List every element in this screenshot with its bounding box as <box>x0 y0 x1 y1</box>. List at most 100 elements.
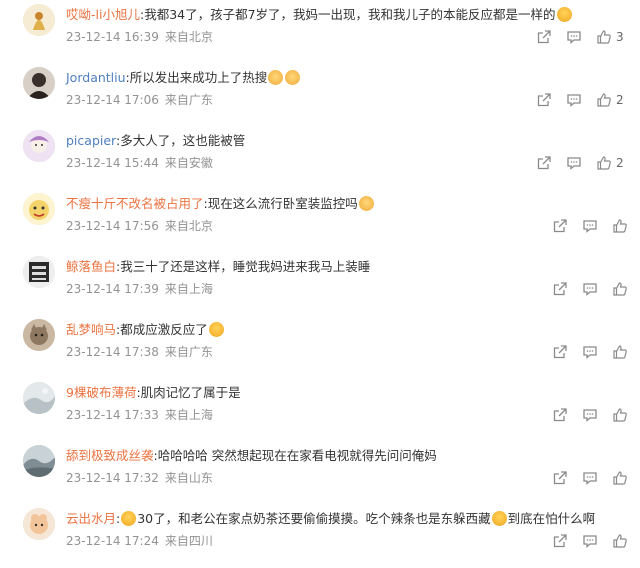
laugh-cry-emoji <box>208 322 224 337</box>
comment-item: 不瘦十斤不改名被占用了:现在这么流行卧室装监控吗 23-12-14 17:56 来… <box>0 189 640 252</box>
comment-location: 来自安徽 <box>164 156 213 170</box>
comment-body: 9棵破布薄荷:肌肉记忆了属于是 <box>66 385 241 400</box>
comment-item: picapier:多大人了，这也能被管 23-12-14 15:44 来自安徽 2 <box>0 126 640 189</box>
share-icon[interactable] <box>534 90 554 110</box>
comment-meta: 23-12-14 15:44 来自安徽 <box>66 155 213 171</box>
comment-icon[interactable] <box>580 468 600 488</box>
comment-time: 23-12-14 17:33 <box>66 408 159 422</box>
comment-meta: 23-12-14 17:39 来自上海 <box>66 281 213 297</box>
comment-icon[interactable] <box>564 90 584 110</box>
avatar[interactable] <box>23 4 55 36</box>
comment-time: 23-12-14 15:44 <box>66 156 159 170</box>
like-icon[interactable] <box>610 405 630 425</box>
comment-body: 舔到极致成丝袭:哈哈哈哈 突然想起现在在家看电视就得先问问俺妈 <box>66 448 437 463</box>
comment-body: 哎呦-li小旭儿:我都34了，孩子都7岁了，我妈一出现，我和我儿子的本能反应都是… <box>66 6 630 24</box>
comment-time: 23-12-14 17:38 <box>66 345 159 359</box>
comment-item: 乱梦响马:都成应激反应了 23-12-14 17:38 来自广东 <box>0 315 640 378</box>
comment-time: 23-12-14 17:56 <box>66 219 159 233</box>
comment-text: 现在这么流行卧室装监控吗 <box>207 196 358 211</box>
comment-username[interactable]: 不瘦十斤不改名被占用了 <box>66 196 204 211</box>
comment-meta: 23-12-14 17:06 来自广东 <box>66 92 213 108</box>
avatar[interactable] <box>23 445 55 477</box>
comment-meta: 23-12-14 17:33 来自上海 <box>66 407 213 423</box>
comment-location: 来自北京 <box>164 219 213 233</box>
comment-time: 23-12-14 17:06 <box>66 93 159 107</box>
avatar[interactable] <box>23 382 55 414</box>
comment-time: 23-12-14 17:24 <box>66 534 159 548</box>
comment-location: 来自山东 <box>164 471 213 485</box>
comment-location: 来自上海 <box>164 408 213 422</box>
comment-meta: 23-12-14 17:56 来自北京 <box>66 218 213 234</box>
comment-text: 哈哈哈哈 突然想起现在在家看电视就得先问问俺妈 <box>157 448 437 463</box>
share-icon[interactable] <box>550 279 570 299</box>
cry-emoji <box>121 511 137 526</box>
share-icon[interactable] <box>550 216 570 236</box>
comment-body: Jordantliu:所以发出来成功上了热搜 <box>66 69 630 87</box>
comment-meta: 23-12-14 17:24 来自四川 <box>66 533 213 549</box>
smirk-cat-emoji <box>358 196 374 211</box>
like-icon[interactable] <box>610 468 630 488</box>
share-icon[interactable] <box>534 27 554 47</box>
comment-body: 乱梦响马:都成应激反应了 <box>66 321 630 339</box>
avatar[interactable] <box>23 67 55 99</box>
comment-time: 23-12-14 17:32 <box>66 471 159 485</box>
comment-username[interactable]: picapier <box>66 133 116 148</box>
comment-username[interactable]: 哎呦-li小旭儿 <box>66 7 140 22</box>
comment-icon[interactable] <box>580 531 600 551</box>
comment-icon[interactable] <box>580 216 600 236</box>
comment-location: 来自四川 <box>164 534 213 548</box>
comment-location: 来自广东 <box>164 345 213 359</box>
share-icon[interactable] <box>550 531 570 551</box>
smirk-cat-emoji <box>268 70 284 85</box>
comment-username[interactable]: Jordantliu <box>66 70 126 85</box>
comment-meta: 23-12-14 17:38 来自广东 <box>66 344 213 360</box>
comment-icon[interactable] <box>580 342 600 362</box>
comment-body: 不瘦十斤不改名被占用了:现在这么流行卧室装监控吗 <box>66 195 630 213</box>
comment-icon[interactable] <box>564 27 584 47</box>
comment-text: 30了，和老公在家点奶茶还要偷偷摸摸。吃个辣条也是东躲西藏 <box>137 511 491 526</box>
comment-body: picapier:多大人了，这也能被管 <box>66 133 246 148</box>
comment-icon[interactable] <box>580 279 600 299</box>
comment-location: 来自广东 <box>164 93 213 107</box>
comment-username[interactable]: 乱梦响马 <box>66 322 116 337</box>
comment-item: 舔到极致成丝袭:哈哈哈哈 突然想起现在在家看电视就得先问问俺妈 23-12-14… <box>0 441 640 504</box>
share-icon[interactable] <box>550 405 570 425</box>
comment-username[interactable]: 9棵破布薄荷 <box>66 385 136 400</box>
like-icon[interactable] <box>610 279 630 299</box>
avatar[interactable] <box>23 193 55 225</box>
share-icon[interactable] <box>550 468 570 488</box>
comment-item: 9棵破布薄荷:肌肉记忆了属于是 23-12-14 17:33 来自上海 <box>0 378 640 441</box>
like-count: 2 <box>616 93 624 107</box>
comment-username[interactable]: 舔到极致成丝袭 <box>66 448 154 463</box>
like-icon[interactable]: 3 <box>594 27 624 47</box>
comment-username[interactable]: 鲸落鱼白 <box>66 259 116 274</box>
comment-body: 鲸落鱼白:我三十了还是这样，睡觉我妈进来我马上装睡 <box>66 259 371 274</box>
comment-text: 我三十了还是这样，睡觉我妈进来我马上装睡 <box>120 259 371 274</box>
comment-icon[interactable] <box>564 153 584 173</box>
comment-list: 哎呦-li小旭儿:我都34了，孩子都7岁了，我妈一出现，我和我儿子的本能反应都是… <box>0 0 640 568</box>
comment-text: 所以发出来成功上了热搜 <box>129 70 268 85</box>
comment-text: 都成应激反应了 <box>120 322 208 337</box>
avatar[interactable] <box>23 508 55 540</box>
comment-meta: 23-12-14 16:39 来自北京 <box>66 29 213 45</box>
comment-icon[interactable] <box>580 405 600 425</box>
share-icon[interactable] <box>534 153 554 173</box>
avatar[interactable] <box>23 130 55 162</box>
comment-time: 23-12-14 17:39 <box>66 282 159 296</box>
avatar[interactable] <box>23 319 55 351</box>
comment-username[interactable]: 云出水月 <box>66 511 116 526</box>
like-icon[interactable]: 2 <box>594 90 624 110</box>
like-icon[interactable] <box>610 531 630 551</box>
cry-emoji <box>491 511 507 526</box>
comment-time: 23-12-14 16:39 <box>66 30 159 44</box>
share-icon[interactable] <box>550 342 570 362</box>
like-icon[interactable]: 2 <box>594 153 624 173</box>
smirk-cat-emoji <box>285 70 301 85</box>
like-icon[interactable] <box>610 216 630 236</box>
comment-item: 哎呦-li小旭儿:我都34了，孩子都7岁了，我妈一出现，我和我儿子的本能反应都是… <box>0 0 640 63</box>
like-icon[interactable] <box>610 342 630 362</box>
comment-location: 来自北京 <box>164 30 213 44</box>
like-count: 3 <box>616 30 624 44</box>
avatar[interactable] <box>23 256 55 288</box>
comment-text: 到底在怕什么啊 <box>507 511 596 526</box>
